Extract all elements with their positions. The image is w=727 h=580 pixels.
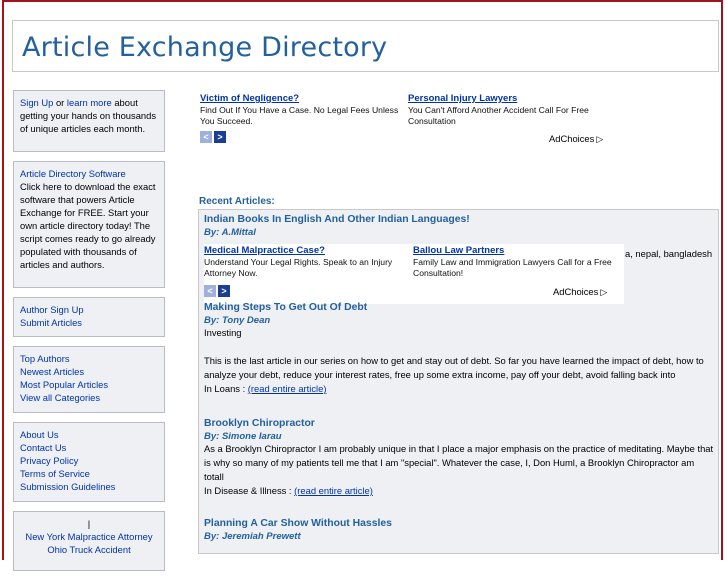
top-ad-nav: < >: [200, 131, 228, 143]
recent-articles-label: Recent Articles:: [199, 196, 275, 207]
article-title[interactable]: Making Steps To Get Out Of Debt: [204, 302, 716, 313]
article-title[interactable]: Planning A Car Show Without Hassles: [204, 518, 716, 529]
article-author: By: Simone Iarau: [204, 431, 282, 442]
page-frame: Article Exchange Directory Sign Up or le…: [2, 0, 723, 571]
chevron-right-icon[interactable]: >: [214, 131, 226, 143]
contact-us-link[interactable]: Contact Us: [20, 441, 158, 454]
article-item: Brooklyn Chiropractor By: Simone Iarau A…: [204, 418, 716, 498]
adchoices-icon: ▷: [596, 134, 604, 144]
submission-guidelines-link[interactable]: Submission Guidelines: [20, 480, 158, 493]
pipe-separator: |: [87, 518, 91, 529]
article-summary: As a Brooklyn Chiropractor I am probably…: [204, 443, 714, 482]
read-entire-article-link[interactable]: (read entire article): [294, 485, 373, 496]
top-ad-2-text: You Can't Afford Another Accident Call F…: [408, 105, 589, 126]
top-ad-2[interactable]: Personal Injury Lawyers You Can't Afford…: [408, 93, 608, 127]
terms-of-service-link[interactable]: Terms of Service: [20, 467, 158, 480]
inline-ad-1[interactable]: Medical Malpractice Case? Understand You…: [204, 245, 404, 279]
software-box: Article Directory Software Click here to…: [13, 161, 165, 288]
inline-adchoices-label: AdChoices: [553, 286, 599, 297]
top-ad-2-title[interactable]: Personal Injury Lawyers: [408, 93, 608, 104]
article-author: By: Jeremiah Prewett: [204, 531, 301, 542]
info-links-box: About Us Contact Us Privacy Policy Terms…: [13, 422, 165, 502]
article-category-prefix: In Disease & Illness :: [204, 485, 292, 496]
article-author: By: A.Mittal: [204, 227, 256, 238]
inline-ad-2-text: Family Law and Immigration Lawyers Call …: [413, 257, 612, 278]
browse-links-box: Top Authors Newest Articles Most Popular…: [13, 346, 165, 413]
signup-or-text: or: [55, 97, 65, 108]
adchoices-icon: ▷: [600, 287, 608, 297]
top-ad-1-text: Find Out If You Have a Case. No Legal Fe…: [200, 105, 399, 126]
article-item: Planning A Car Show Without Hassles By: …: [204, 518, 716, 542]
learn-more-link[interactable]: learn more: [67, 97, 112, 108]
top-adchoices[interactable]: AdChoices ▷: [549, 133, 603, 145]
inline-adchoices[interactable]: AdChoices ▷: [553, 286, 607, 298]
top-authors-link[interactable]: Top Authors: [20, 352, 158, 365]
read-entire-article-link[interactable]: (read entire article): [248, 383, 327, 394]
sidebar: Sign Up or learn more about getting your…: [13, 90, 165, 580]
top-adchoices-label: AdChoices: [549, 133, 595, 144]
inline-ad-nav: < >: [204, 285, 232, 297]
top-ad-unit: Victim of Negligence? Find Out If You Ha…: [200, 93, 620, 153]
article-directory-software-link[interactable]: Article Directory Software: [20, 167, 158, 180]
ny-malpractice-attorney-link[interactable]: New York Malpractice Attorney: [20, 530, 158, 543]
site-title[interactable]: Article Exchange Directory: [22, 32, 387, 63]
privacy-policy-link[interactable]: Privacy Policy: [20, 454, 158, 467]
sign-up-link[interactable]: Sign Up: [20, 97, 53, 108]
chevron-left-icon[interactable]: <: [200, 131, 212, 143]
article-snippet-tail: a, nepal, bangladesh: [625, 248, 713, 259]
site-header: Article Exchange Directory: [12, 20, 719, 72]
software-description: Click here to download the exact softwar…: [20, 181, 156, 270]
inline-ad-2-title[interactable]: Ballou Law Partners: [413, 245, 613, 256]
article-author: By: Tony Dean: [204, 315, 271, 326]
signup-box: Sign Up or learn more about getting your…: [13, 90, 165, 152]
submit-articles-link[interactable]: Submit Articles: [20, 316, 158, 329]
inline-ad-2[interactable]: Ballou Law Partners Family Law and Immig…: [413, 245, 613, 279]
author-links-box: Author Sign Up Submit Articles: [13, 297, 165, 337]
article-title[interactable]: Brooklyn Chiropractor: [204, 418, 716, 429]
article-title[interactable]: Indian Books In English And Other Indian…: [204, 214, 716, 225]
newest-articles-link[interactable]: Newest Articles: [20, 365, 158, 378]
most-popular-articles-link[interactable]: Most Popular Articles: [20, 378, 158, 391]
view-all-categories-link[interactable]: View all Categories: [20, 391, 158, 404]
sponsored-links-box: | New York Malpractice Attorney Ohio Tru…: [13, 511, 165, 571]
inline-ad-1-title[interactable]: Medical Malpractice Case?: [204, 245, 404, 256]
top-ad-1-title[interactable]: Victim of Negligence?: [200, 93, 400, 104]
chevron-left-icon[interactable]: <: [204, 285, 216, 297]
article-summary: This is the last article in our series o…: [204, 355, 704, 380]
author-sign-up-link[interactable]: Author Sign Up: [20, 303, 158, 316]
article-category: Investing: [204, 327, 242, 338]
top-ad-1[interactable]: Victim of Negligence? Find Out If You Ha…: [200, 93, 400, 127]
inline-ad-1-text: Understand Your Legal Rights. Speak to a…: [204, 257, 393, 278]
chevron-right-icon[interactable]: >: [218, 285, 230, 297]
article-item: Making Steps To Get Out Of Debt By: Tony…: [204, 302, 716, 396]
article-category-prefix: In Loans :: [204, 383, 246, 394]
article-item: Indian Books In English And Other Indian…: [204, 214, 716, 304]
about-us-link[interactable]: About Us: [20, 428, 158, 441]
recent-articles-panel: Indian Books In English And Other Indian…: [198, 209, 719, 554]
inline-ad-unit: Medical Malpractice Case? Understand You…: [204, 244, 624, 304]
